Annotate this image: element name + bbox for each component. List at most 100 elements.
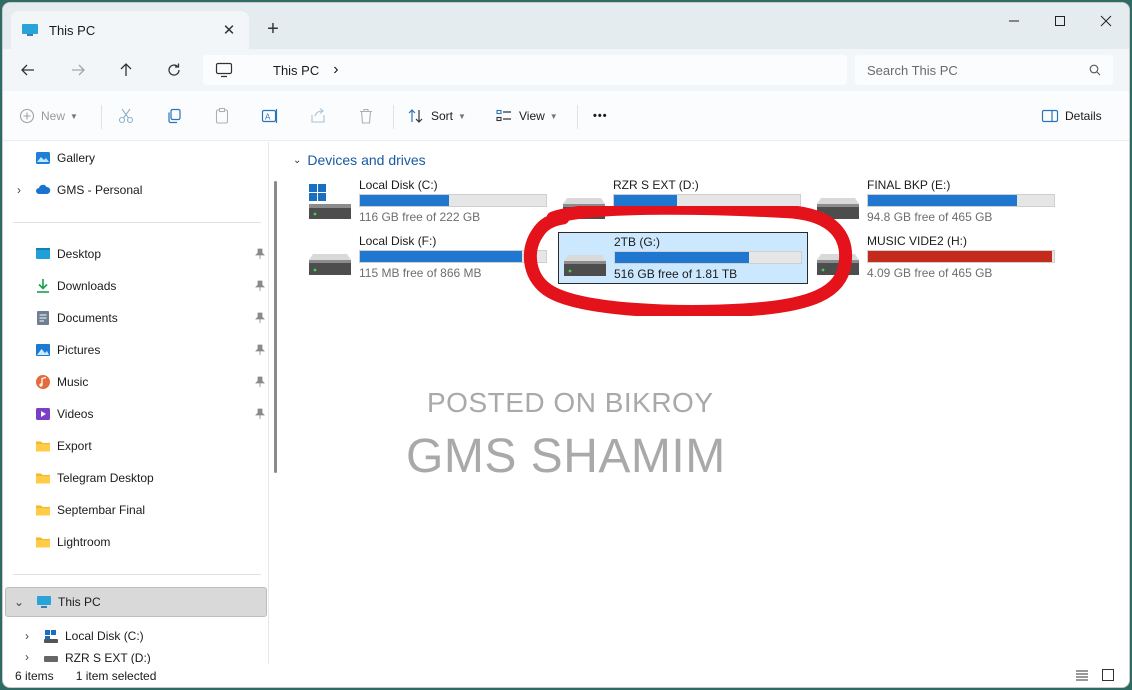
minimize-icon bbox=[1009, 20, 1019, 22]
drive-free-space: 115 MB free of 866 MB bbox=[359, 266, 482, 280]
share-icon bbox=[311, 108, 325, 123]
sidebar-item-videos[interactable]: Videos bbox=[3, 399, 267, 429]
new-button[interactable]: New ▼ bbox=[19, 103, 78, 129]
sidebar-item-gallery[interactable]: Gallery bbox=[3, 143, 267, 173]
navigation-pane: Gallery › GMS - Personal Desktop Downloa… bbox=[3, 142, 281, 665]
pin-icon[interactable] bbox=[255, 248, 265, 260]
drive-name: MUSIC VIDE2 (H:) bbox=[867, 234, 968, 248]
sidebar-item-pictures[interactable]: Pictures bbox=[3, 335, 267, 365]
sidebar-item-local-disk-c[interactable]: › Local Disk (C:) bbox=[3, 621, 267, 651]
chevron-down-icon[interactable]: ⌄ bbox=[293, 155, 301, 166]
close-window-button[interactable] bbox=[1083, 3, 1129, 39]
minimize-button[interactable] bbox=[991, 3, 1037, 39]
sidebar-item-label: Export bbox=[57, 439, 92, 453]
sort-button[interactable]: Sort ▼ bbox=[407, 103, 466, 129]
chevron-down-icon: ▼ bbox=[549, 111, 558, 121]
devices-and-drives-group[interactable]: ⌄ Devices and drives bbox=[293, 152, 426, 168]
sidebar-item-desktop[interactable]: Desktop bbox=[3, 239, 267, 269]
drive-c[interactable]: Local Disk (C:) 116 GB free of 222 GB bbox=[307, 178, 557, 228]
details-view-icon[interactable] bbox=[1075, 668, 1089, 682]
sidebar-item-label: Septembar Final bbox=[57, 503, 146, 517]
breadcrumb-chevron-icon[interactable]: › bbox=[333, 61, 338, 79]
pin-icon[interactable] bbox=[255, 280, 265, 292]
scissors-icon bbox=[118, 108, 134, 124]
this-pc-icon bbox=[37, 596, 51, 608]
breadcrumb-this-pc[interactable]: This PC bbox=[273, 63, 319, 78]
rename-button[interactable]: A bbox=[261, 103, 285, 129]
sidebar-item-telegram-desktop[interactable]: Telegram Desktop bbox=[3, 463, 267, 493]
folder-icon bbox=[36, 441, 50, 452]
address-bar[interactable]: This PC › bbox=[203, 55, 847, 85]
maximize-button[interactable] bbox=[1037, 3, 1083, 39]
sidebar-item-label: Downloads bbox=[57, 279, 117, 293]
navigation-bar: This PC › Search This PC bbox=[3, 49, 1129, 91]
sidebar-item-downloads[interactable]: Downloads bbox=[3, 271, 267, 301]
pin-icon[interactable] bbox=[255, 312, 265, 324]
sidebar-item-onedrive[interactable]: › GMS - Personal bbox=[3, 175, 267, 205]
view-button[interactable]: View ▼ bbox=[495, 103, 558, 129]
drive-name: RZR S EXT (D:) bbox=[613, 178, 699, 192]
pin-icon[interactable] bbox=[255, 408, 265, 420]
drive-name: FINAL BKP (E:) bbox=[867, 178, 951, 192]
sidebar-item-lightroom[interactable]: Lightroom bbox=[3, 527, 267, 557]
sidebar-item-label: Local Disk (C:) bbox=[65, 629, 144, 643]
search-input[interactable]: Search This PC bbox=[867, 63, 1089, 78]
search-box[interactable]: Search This PC bbox=[855, 55, 1113, 85]
sidebar-item-label: Desktop bbox=[57, 247, 102, 261]
back-button[interactable] bbox=[13, 55, 43, 85]
sidebar-item-this-pc[interactable]: ⌄ This PC bbox=[5, 587, 267, 617]
separator bbox=[577, 105, 578, 129]
chevron-right-icon[interactable]: › bbox=[13, 183, 25, 197]
sidebar-item-documents[interactable]: Documents bbox=[3, 303, 267, 333]
sidebar-item-rzr-s-ext-d[interactable]: › RZR S EXT (D:) bbox=[3, 651, 267, 665]
copy-button[interactable] bbox=[165, 103, 189, 129]
delete-button[interactable] bbox=[357, 103, 381, 129]
pin-icon[interactable] bbox=[255, 344, 265, 356]
cut-button[interactable] bbox=[117, 103, 141, 129]
chevron-right-icon[interactable]: › bbox=[21, 629, 33, 643]
sidebar-item-label: Gallery bbox=[57, 151, 96, 165]
watermark-line-1: POSTED ON BIKROY bbox=[427, 387, 714, 418]
arrow-left-icon bbox=[21, 64, 34, 76]
drive-free-space: 116 GB free of 222 GB bbox=[359, 210, 481, 224]
sidebar-item-music[interactable]: Music bbox=[3, 367, 267, 397]
chevron-down-icon[interactable]: ⌄ bbox=[13, 595, 25, 609]
svg-text:A: A bbox=[265, 113, 271, 122]
forward-button[interactable] bbox=[63, 55, 93, 85]
refresh-button[interactable] bbox=[159, 55, 189, 85]
tab-this-pc[interactable]: This PC ✕ bbox=[11, 11, 249, 49]
large-icons-view-icon[interactable] bbox=[1101, 668, 1115, 682]
tab-close-icon[interactable]: ✕ bbox=[219, 20, 239, 40]
pane-border bbox=[268, 142, 269, 666]
details-button[interactable]: Details bbox=[1041, 103, 1102, 129]
refresh-icon bbox=[168, 63, 180, 76]
new-tab-button[interactable]: + bbox=[261, 17, 285, 41]
sidebar-scrollbar[interactable] bbox=[274, 181, 277, 473]
drive-usage-fill bbox=[360, 195, 450, 206]
this-pc-icon bbox=[22, 24, 38, 36]
drive-free-space: 94.8 GB free of 465 GB bbox=[867, 210, 993, 224]
details-label: Details bbox=[1065, 109, 1102, 123]
share-button[interactable] bbox=[309, 103, 333, 129]
group-title: Devices and drives bbox=[307, 152, 426, 168]
paste-button[interactable] bbox=[213, 103, 237, 129]
up-button[interactable] bbox=[111, 55, 141, 85]
pin-icon[interactable] bbox=[255, 376, 265, 388]
drive-usage-bar bbox=[867, 250, 1055, 263]
more-options-button[interactable]: ••• bbox=[593, 103, 608, 129]
copy-icon bbox=[168, 108, 181, 124]
sidebar-item-septembar-final[interactable]: Septembar Final bbox=[3, 495, 267, 525]
drive-usage-fill bbox=[868, 251, 1053, 262]
red-highlight-circle bbox=[523, 206, 853, 316]
drive-f[interactable]: Local Disk (F:) 115 MB free of 866 MB bbox=[307, 234, 557, 284]
sidebar-item-export[interactable]: Export bbox=[3, 431, 267, 461]
windows-drive-icon bbox=[44, 630, 58, 643]
sort-label: Sort bbox=[431, 109, 454, 123]
chevron-right-icon[interactable]: › bbox=[21, 651, 33, 664]
sidebar-item-label: Telegram Desktop bbox=[57, 471, 154, 485]
tab-title: This PC bbox=[49, 22, 96, 38]
music-icon bbox=[36, 375, 50, 389]
drive-icon bbox=[309, 254, 351, 275]
monitor-icon bbox=[215, 62, 233, 78]
videos-icon bbox=[36, 408, 50, 420]
